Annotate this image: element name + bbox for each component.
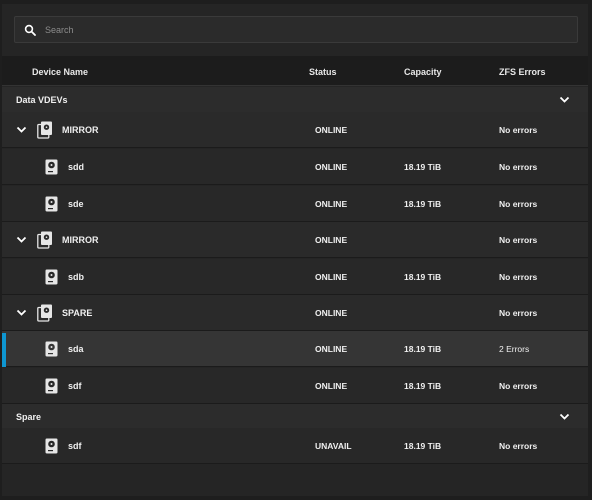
hard-disk-icon (45, 341, 58, 356)
device-name: sdb (68, 271, 85, 282)
hard-disk-icon (45, 438, 58, 453)
search-input[interactable] (45, 21, 565, 39)
device-capacity: 18.19 TiB (404, 380, 442, 391)
device-status: ONLINE (315, 380, 348, 391)
device-status: ONLINE (315, 198, 348, 209)
hard-disk-icon (45, 159, 58, 174)
device-name: SPARE (62, 307, 93, 318)
device-name: sda (68, 343, 84, 354)
device-errors: No errors (499, 234, 538, 245)
device-name: MIRROR (62, 234, 99, 245)
hard-disk-icon (45, 269, 58, 284)
device-errors: No errors (499, 124, 538, 135)
device-errors: No errors (499, 307, 538, 318)
group-row-spare[interactable]: Spare (2, 404, 588, 430)
hard-disk-icon (45, 378, 58, 393)
devices-panel: Device Name Status Capacity ZFS Errors D… (2, 4, 588, 496)
chevron-down-icon[interactable] (16, 236, 27, 244)
device-status: ONLINE (315, 343, 348, 354)
column-header-status[interactable]: Status (309, 67, 337, 77)
device-errors: No errors (499, 198, 538, 209)
chevron-down-icon[interactable] (16, 126, 27, 134)
device-name: sdf (68, 440, 82, 451)
column-header-capacity[interactable]: Capacity (404, 67, 442, 77)
search-icon (24, 24, 36, 36)
device-status: ONLINE (315, 307, 348, 318)
vdev-row-mirror-1[interactable]: MIRROR ONLINE No errors (2, 112, 588, 148)
disk-row-sdf-spare[interactable]: sdf UNAVAIL 18.19 TiB No errors (2, 428, 588, 464)
group-label: Data VDEVs (16, 94, 68, 105)
disk-row-sdf[interactable]: sdf ONLINE 18.19 TiB No errors (2, 368, 588, 404)
group-label: Spare (16, 411, 42, 422)
device-errors: No errors (499, 161, 538, 172)
hard-disk-icon (45, 196, 58, 211)
chevron-down-icon[interactable] (559, 96, 570, 104)
device-name: sde (68, 198, 84, 209)
disk-row-sda[interactable]: sda ONLINE 18.19 TiB 2 Errors (2, 331, 588, 367)
vdev-row-spare[interactable]: SPARE ONLINE No errors (2, 295, 588, 331)
disk-row-sde[interactable]: sde ONLINE 18.19 TiB No errors (2, 186, 588, 222)
disk-stack-icon (37, 304, 52, 322)
device-status: ONLINE (315, 234, 348, 245)
device-errors: No errors (499, 380, 538, 391)
device-errors: No errors (499, 440, 538, 451)
device-status: ONLINE (315, 161, 348, 172)
device-name: MIRROR (62, 124, 99, 135)
disk-row-sdd[interactable]: sdd ONLINE 18.19 TiB No errors (2, 149, 588, 185)
device-status: UNAVAIL (315, 440, 352, 451)
disk-row-sdb[interactable]: sdb ONLINE 18.19 TiB No errors (2, 259, 588, 295)
table-header: Device Name Status Capacity ZFS Errors (2, 56, 588, 86)
search-box[interactable] (14, 16, 578, 43)
device-status: ONLINE (315, 124, 348, 135)
chevron-down-icon[interactable] (559, 413, 570, 421)
column-header-zfs-errors[interactable]: ZFS Errors (499, 67, 546, 77)
device-status: ONLINE (315, 271, 348, 282)
device-errors: 2 Errors (499, 343, 530, 354)
selection-indicator (2, 333, 6, 367)
vdev-row-mirror-2[interactable]: MIRROR ONLINE No errors (2, 222, 588, 258)
device-name: sdd (68, 161, 85, 172)
device-capacity: 18.19 TiB (404, 343, 442, 354)
device-capacity: 18.19 TiB (404, 161, 442, 172)
device-errors: No errors (499, 271, 538, 282)
device-capacity: 18.19 TiB (404, 440, 442, 451)
device-name: sdf (68, 380, 82, 391)
group-row-data-vdevs[interactable]: Data VDEVs (2, 87, 588, 113)
chevron-down-icon[interactable] (16, 309, 27, 317)
disk-stack-icon (37, 121, 52, 139)
device-capacity: 18.19 TiB (404, 271, 442, 282)
disk-stack-icon (37, 231, 52, 249)
device-capacity: 18.19 TiB (404, 198, 442, 209)
column-header-device-name[interactable]: Device Name (32, 67, 88, 77)
